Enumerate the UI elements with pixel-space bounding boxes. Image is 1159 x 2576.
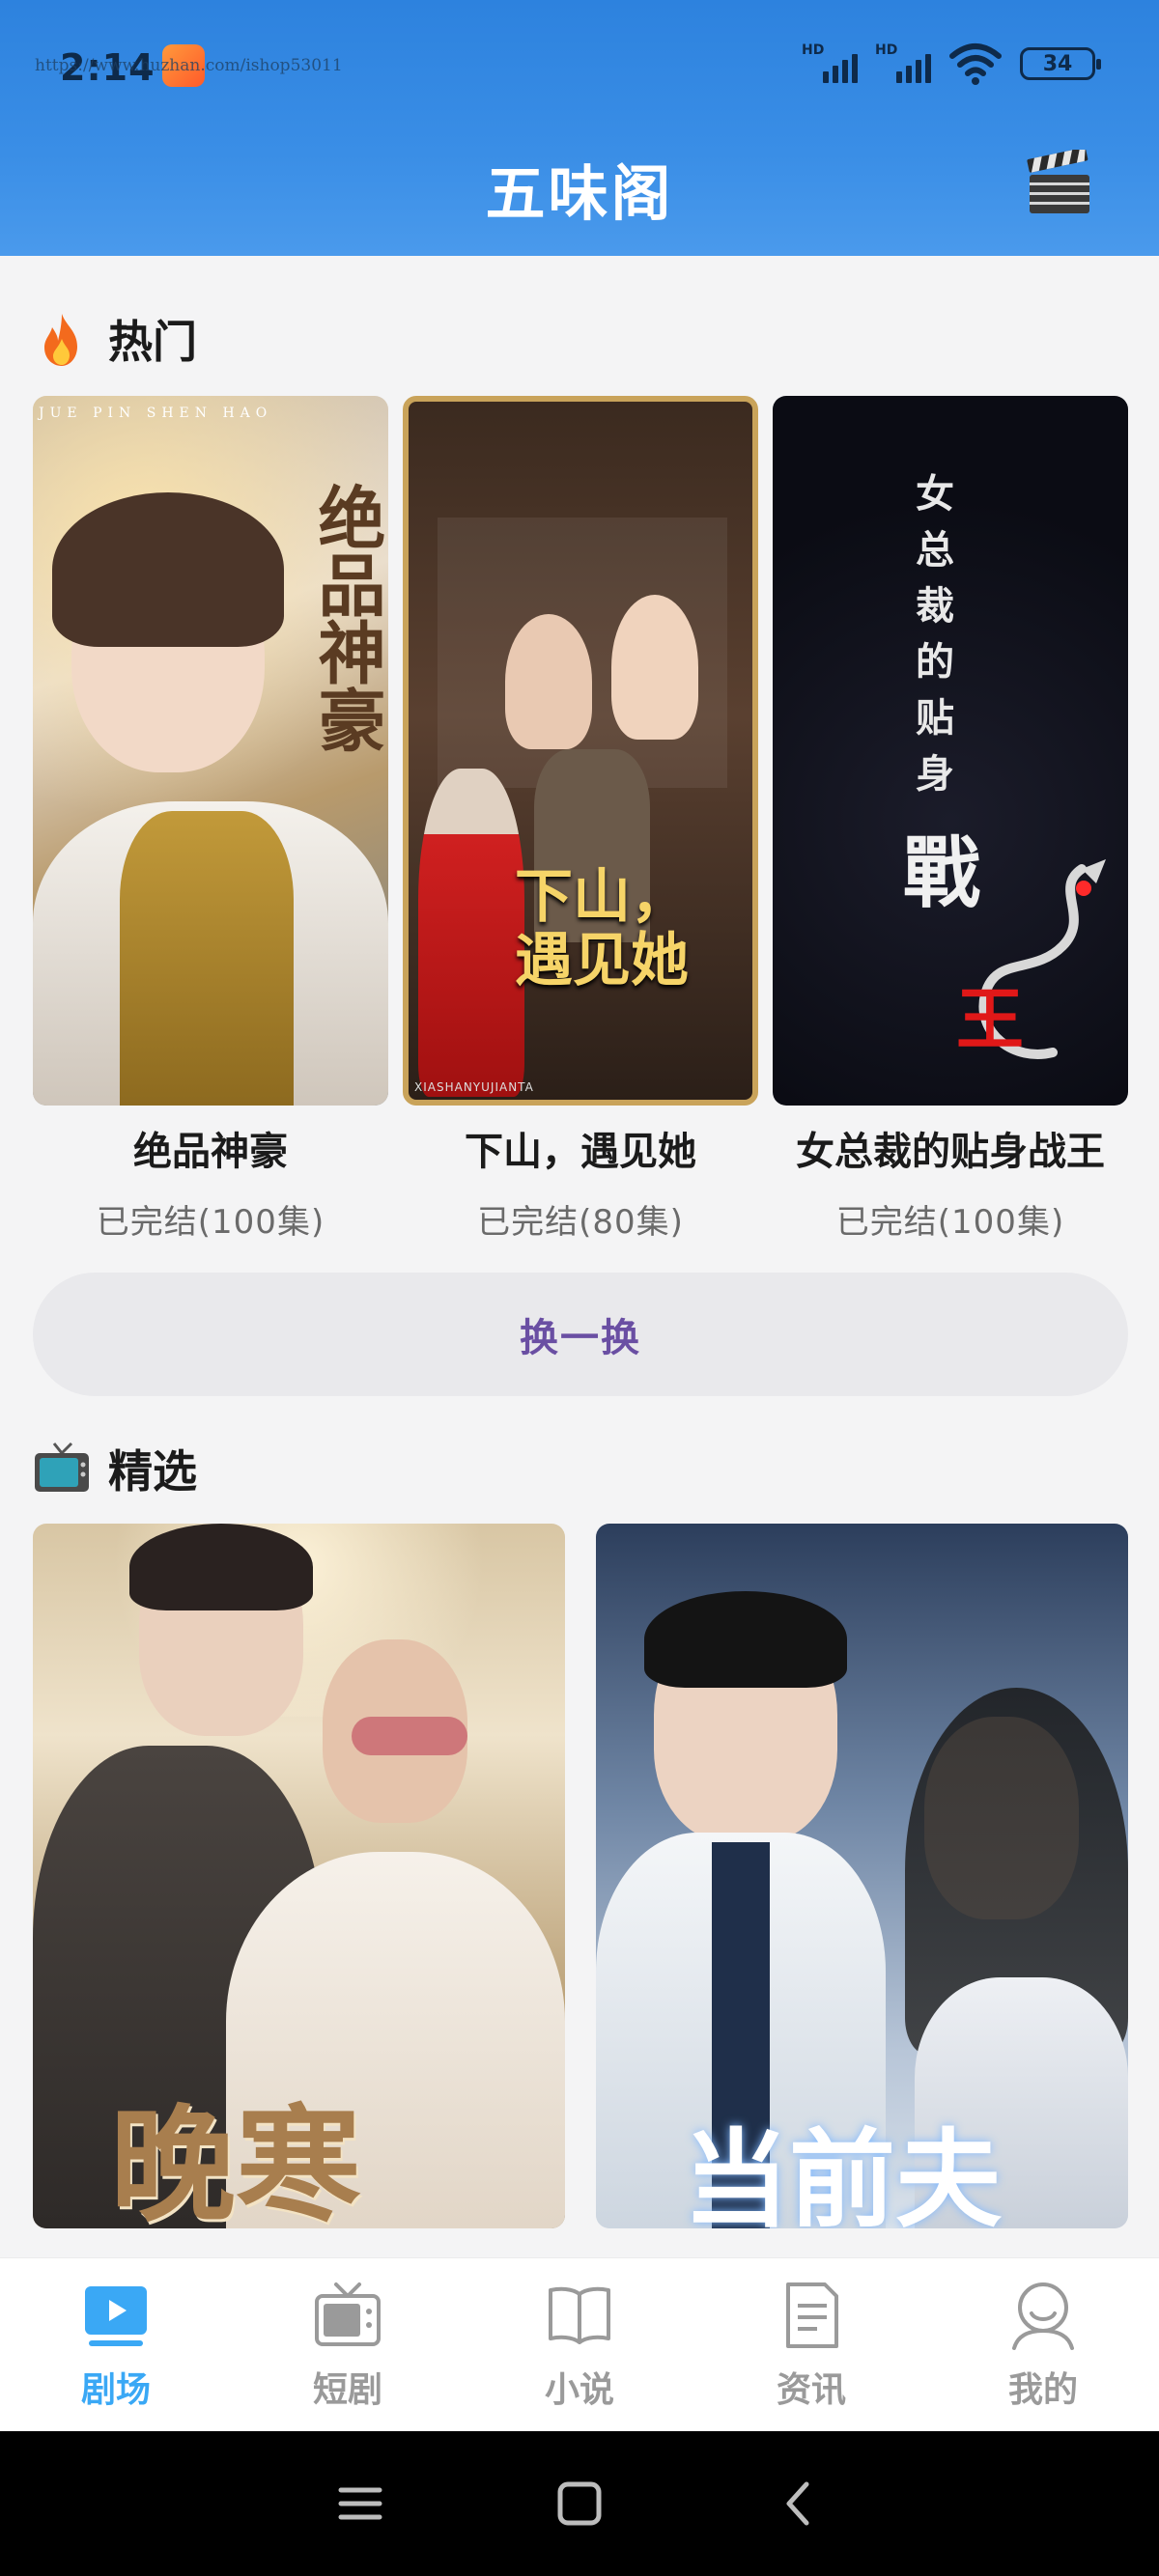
wifi-icon	[949, 43, 1002, 85]
poster-hair	[644, 1591, 847, 1688]
tv-icon	[35, 1442, 89, 1492]
page-title: 五味阁	[485, 158, 674, 229]
poster-title-text: 绝品神豪	[307, 483, 387, 753]
poster-title-text: 当前夫	[683, 2117, 1002, 2228]
watermark-text: https://www.huzhan.com/ishop53011	[35, 56, 343, 75]
tab-short-drama-label: 短剧	[312, 2369, 382, 2410]
tab-profile[interactable]: 我的	[927, 2279, 1159, 2412]
refresh-button[interactable]: 换一换	[33, 1273, 1128, 1396]
tab-theater[interactable]: 剧场	[0, 2279, 232, 2412]
hot-card-1-title[interactable]: 绝品神豪	[22, 1120, 399, 1176]
poster-title-text: 晚寒	[110, 2091, 362, 2228]
hot-card-3-status: 已完结(100集)	[835, 1203, 1065, 1242]
hot-card-1-poster[interactable]: 绝品神豪 JUE PIN SHEN HAO	[33, 396, 388, 1106]
tab-theater-label: 剧场	[80, 2369, 151, 2410]
tab-profile-label: 我的	[1007, 2369, 1078, 2410]
poster-subtitle: XIASHANYUJIANTA	[414, 1080, 534, 1094]
hot-card-3-title[interactable]: 女总裁的贴身战王	[762, 1120, 1139, 1176]
hot-section-title: 热门	[108, 316, 197, 368]
battery-indicator: 34	[1020, 47, 1101, 80]
poster-subtitle: JUE PIN SHEN HAO	[39, 406, 273, 421]
tab-news[interactable]: 资讯	[695, 2279, 927, 2412]
pick-card-2-poster[interactable]: 当前夫	[596, 1524, 1128, 2228]
hot-card-2-poster[interactable]: 下山， 遇见她 XIASHANYUJIANTA	[403, 396, 758, 1106]
poster-sunglasses	[352, 1717, 467, 1755]
app-header: 2:14 https://www.huzhan.com/ishop53011 H…	[0, 0, 1159, 256]
hot-section-header: 热门	[33, 307, 197, 371]
clapperboard-icon[interactable]	[1026, 150, 1093, 217]
fire-icon	[44, 314, 77, 366]
user-icon	[1012, 2282, 1074, 2350]
poster-red-dress	[418, 769, 524, 1097]
poster-hair	[129, 1524, 313, 1610]
poster-figure	[505, 614, 592, 749]
signal-icon-2: HD	[875, 42, 931, 83]
hot-card-3-poster[interactable]: 女总裁的贴身 戰 王	[773, 396, 1128, 1106]
status-indicators: HD HD 34	[802, 42, 1101, 85]
bottom-tab-bar: 剧场 短剧 小说 资讯 我的	[0, 2257, 1159, 2431]
book-icon	[549, 2286, 610, 2344]
back-icon[interactable]	[770, 2475, 828, 2533]
picks-section-header: 精选	[33, 1437, 197, 1500]
poster-figure	[611, 595, 698, 740]
pick-card-1-poster[interactable]: 晚寒	[33, 1524, 565, 2228]
picks-section-title: 精选	[108, 1445, 197, 1498]
poster-dress	[120, 811, 294, 1106]
signal-icon: HD	[802, 42, 858, 83]
tab-short-drama[interactable]: 短剧	[232, 2279, 464, 2412]
hot-card-1-status: 已完结(100集)	[96, 1203, 325, 1242]
tab-news-label: 资讯	[776, 2369, 846, 2410]
poster-big-char: 王	[956, 979, 1024, 1059]
tab-novel[interactable]: 小说	[464, 2279, 695, 2412]
hot-card-2-title[interactable]: 下山，遇见她	[392, 1120, 769, 1176]
menu-icon[interactable]	[331, 2475, 389, 2533]
theater-play-icon	[85, 2285, 147, 2346]
tab-novel-label: 小说	[544, 2369, 614, 2410]
tv-set-icon	[315, 2282, 381, 2346]
system-navigation-bar	[0, 2431, 1159, 2576]
hot-card-2-status: 已完结(80集)	[477, 1203, 684, 1242]
poster-title-text: 下山， 遇见她	[515, 863, 689, 994]
document-icon	[786, 2282, 838, 2348]
home-icon[interactable]	[551, 2475, 608, 2533]
poster-hair	[52, 492, 284, 647]
poster-title-text: 女总裁的贴身	[909, 473, 954, 809]
